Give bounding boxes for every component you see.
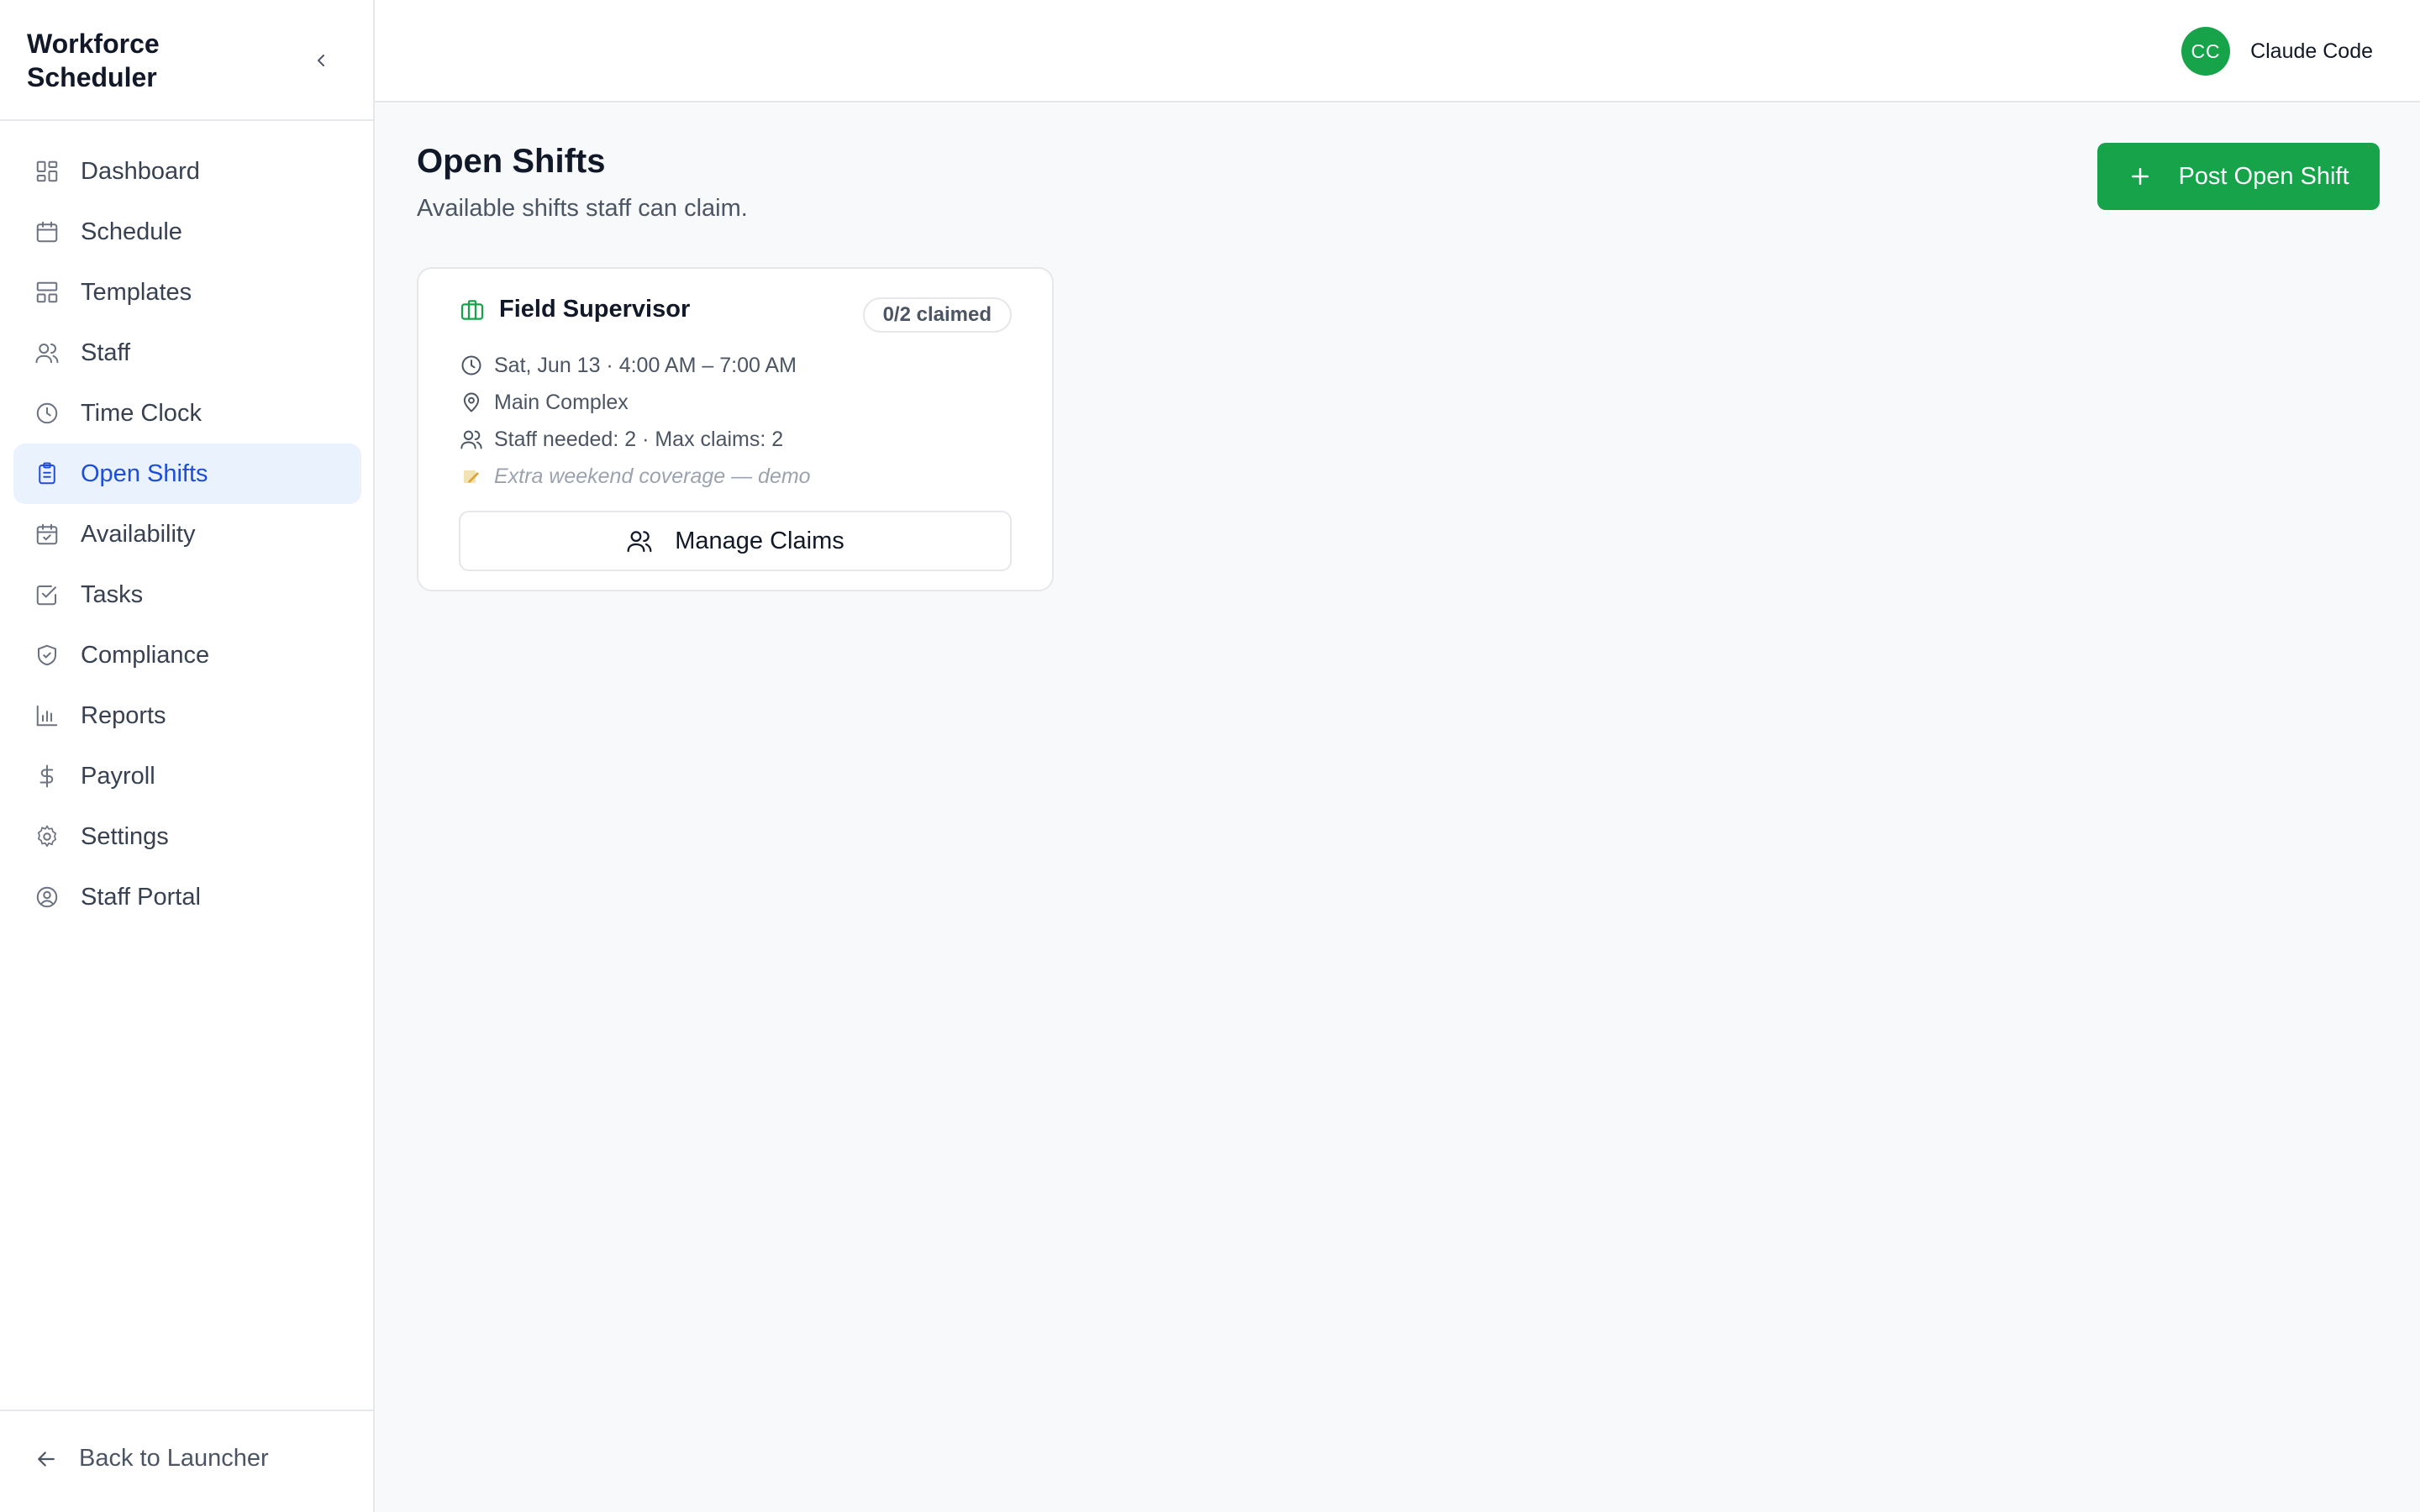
page-subtitle: Available shifts staff can claim. bbox=[417, 195, 748, 222]
sidebar-item-label: Schedule bbox=[81, 218, 182, 245]
sidebar-item-label: Payroll bbox=[81, 762, 155, 790]
app-title: Workforce Scheduler bbox=[27, 29, 160, 92]
calendar-icon bbox=[34, 218, 60, 245]
post-open-shift-button[interactable]: Post Open Shift bbox=[2097, 143, 2380, 210]
sidebar-item-label: Staff bbox=[81, 339, 131, 366]
shift-staffing-text: Staff needed: 2 · Max claims: 2 bbox=[494, 427, 784, 451]
shift-datetime: Sat, Jun 13 · 4:00 AM – 7:00 AM bbox=[459, 353, 797, 378]
bar-chart-icon bbox=[34, 702, 60, 729]
dollar-icon bbox=[34, 763, 60, 790]
sidebar-item-label: Reports bbox=[81, 701, 166, 729]
sidebar-item-payroll[interactable]: Payroll bbox=[13, 746, 361, 806]
avatar: CC bbox=[2181, 27, 2231, 76]
checkbox-icon bbox=[34, 581, 60, 608]
user-circle-icon bbox=[34, 884, 60, 911]
map-pin-icon bbox=[459, 390, 484, 415]
shift-datetime-text: Sat, Jun 13 · 4:00 AM – 7:00 AM bbox=[494, 353, 797, 377]
users-icon bbox=[626, 528, 653, 554]
sidebar-item-label: Availability bbox=[81, 520, 196, 548]
shift-staffing: Staff needed: 2 · Max claims: 2 bbox=[459, 427, 783, 452]
sidebar-item-staff-portal[interactable]: Staff Portal bbox=[13, 867, 361, 927]
sidebar-item-settings[interactable]: Settings bbox=[13, 806, 361, 867]
post-open-shift-label: Post Open Shift bbox=[2178, 162, 2349, 190]
briefcase-icon bbox=[460, 299, 484, 320]
sidebar-item-templates[interactable]: Templates bbox=[13, 262, 361, 323]
shift-role-name: Field Supervisor bbox=[499, 296, 691, 323]
sidebar-item-staff[interactable]: Staff bbox=[13, 323, 361, 383]
sidebar-item-reports[interactable]: Reports bbox=[13, 685, 361, 746]
user-menu[interactable]: CC Claude Code bbox=[2181, 27, 2373, 76]
shield-check-icon bbox=[34, 642, 60, 669]
calendar-check-icon bbox=[34, 521, 60, 548]
shift-location-text: Main Complex bbox=[494, 390, 629, 414]
sidebar-item-open-shifts[interactable]: Open Shifts bbox=[13, 444, 361, 504]
sidebar-item-dashboard[interactable]: Dashboard bbox=[13, 141, 361, 202]
sidebar-item-label: Open Shifts bbox=[81, 459, 208, 487]
shift-note: Extra weekend coverage — demo bbox=[459, 464, 811, 489]
sidebar-item-label: Staff Portal bbox=[81, 883, 201, 911]
sidebar-item-tasks[interactable]: Tasks bbox=[13, 564, 361, 625]
manage-claims-button[interactable]: Manage Claims bbox=[459, 511, 1012, 571]
shift-location: Main Complex bbox=[459, 390, 629, 415]
collapse-sidebar-button[interactable] bbox=[304, 44, 338, 77]
sidebar-item-time-clock[interactable]: Time Clock bbox=[13, 383, 361, 444]
sidebar-footer: Back to Launcher bbox=[0, 1410, 373, 1512]
sidebar-item-label: Templates bbox=[81, 278, 192, 306]
clock-icon bbox=[459, 353, 484, 378]
clipboard-icon bbox=[34, 460, 60, 487]
sidebar: Workforce Scheduler Dashboard Schedule T… bbox=[0, 0, 375, 1512]
arrow-left-icon bbox=[38, 1451, 55, 1467]
pencil-note-icon bbox=[459, 464, 484, 489]
shift-card-header: Field Supervisor bbox=[459, 296, 690, 323]
brand-header: Workforce Scheduler bbox=[0, 0, 373, 121]
gear-icon bbox=[34, 823, 60, 850]
user-name: Claude Code bbox=[2250, 39, 2373, 63]
sidebar-item-schedule[interactable]: Schedule bbox=[13, 202, 361, 262]
open-shift-card: Field Supervisor 0/2 claimed Sat, Jun 13… bbox=[417, 267, 1054, 591]
sidebar-item-label: Compliance bbox=[81, 641, 210, 669]
clock-icon bbox=[34, 400, 60, 427]
page-title: Open Shifts bbox=[417, 143, 606, 180]
sidebar-item-label: Tasks bbox=[81, 580, 144, 608]
top-bar: CC Claude Code bbox=[375, 0, 2420, 102]
claimed-badge: 0/2 claimed bbox=[862, 297, 1012, 333]
chevron-left-icon bbox=[318, 55, 324, 66]
sidebar-item-availability[interactable]: Availability bbox=[13, 504, 361, 564]
back-to-launcher-link[interactable]: Back to Launcher bbox=[34, 1445, 269, 1473]
sidebar-item-label: Settings bbox=[81, 822, 169, 850]
dashboard-icon bbox=[34, 158, 60, 185]
sidebar-item-label: Dashboard bbox=[81, 157, 200, 185]
shift-note-text: Extra weekend coverage — demo bbox=[494, 464, 811, 488]
back-to-launcher-label: Back to Launcher bbox=[79, 1445, 269, 1472]
users-icon bbox=[34, 339, 60, 366]
template-icon bbox=[34, 279, 60, 306]
plus-icon bbox=[2128, 164, 2153, 189]
sidebar-item-label: Time Clock bbox=[81, 399, 202, 427]
manage-claims-label: Manage Claims bbox=[675, 527, 844, 554]
sidebar-nav: Dashboard Schedule Templates Staff Time … bbox=[13, 141, 361, 927]
users-icon bbox=[459, 427, 484, 452]
sidebar-item-compliance[interactable]: Compliance bbox=[13, 625, 361, 685]
